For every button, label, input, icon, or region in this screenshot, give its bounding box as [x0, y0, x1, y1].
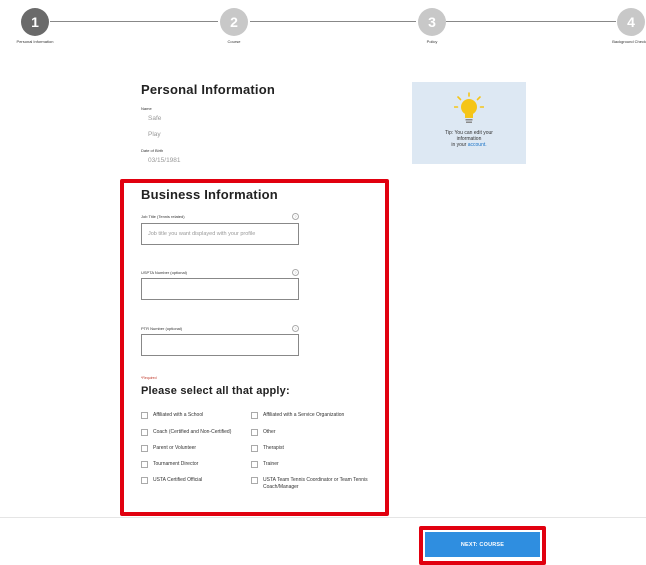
tip-text: Tip: You can edit your information in yo… — [412, 130, 526, 148]
stepper-line-3 — [446, 21, 616, 22]
personal-info-heading: Personal Information — [141, 82, 276, 97]
step-3-circle[interactable]: 3 — [418, 8, 446, 36]
highlight-box-next — [419, 526, 546, 565]
step-1-circle[interactable]: 1 — [21, 8, 49, 36]
step-3-number: 3 — [428, 14, 436, 30]
step-2-label: Course — [227, 39, 241, 44]
name-label: Name — [141, 106, 152, 111]
highlight-box-business — [120, 179, 389, 516]
lightbulb-icon — [454, 92, 484, 123]
step-4-label: Background Check — [612, 39, 646, 44]
last-name-value: Play — [148, 131, 161, 138]
progress-stepper: 1 2 3 4 Personal Information Course Poli… — [0, 0, 646, 60]
footer-divider — [0, 517, 646, 518]
tip-line-3: in your account. — [412, 142, 526, 148]
step-2-number: 2 — [230, 14, 238, 30]
tip-card: Tip: You can edit your information in yo… — [412, 82, 526, 164]
tip-line-3-prefix: in your — [451, 142, 468, 148]
dob-label: Date of Birth — [141, 148, 164, 153]
step-4-circle[interactable]: 4 — [617, 8, 645, 36]
account-link[interactable]: account. — [468, 142, 487, 148]
step-1-label: Personal Information — [16, 39, 54, 44]
stepper-line-1 — [50, 21, 218, 22]
first-name-value: Safe — [148, 115, 162, 122]
step-3-label: Policy — [426, 39, 438, 44]
step-1-number: 1 — [31, 14, 39, 30]
step-4-number: 4 — [627, 14, 635, 30]
stepper-line-2 — [250, 21, 416, 22]
step-2-circle[interactable]: 2 — [220, 8, 248, 36]
dob-value: 03/15/1981 — [148, 157, 181, 164]
